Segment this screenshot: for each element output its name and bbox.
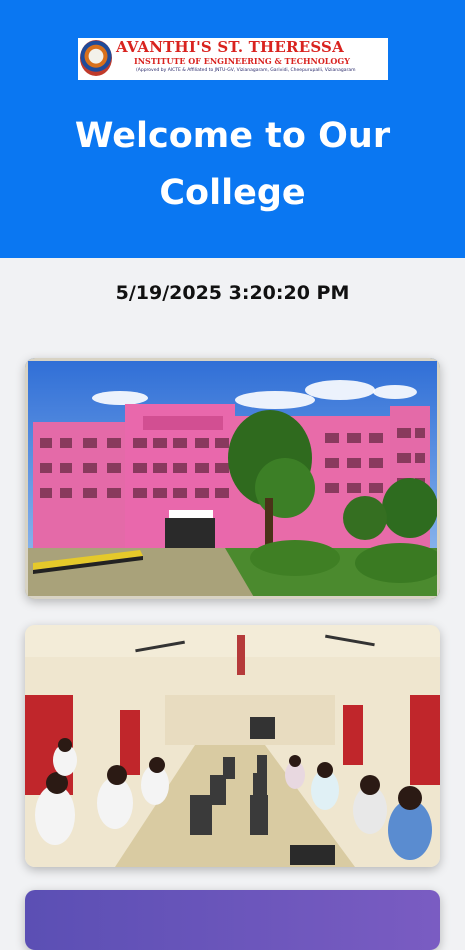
- purple-gradient-image: [25, 890, 440, 950]
- logo-title: AVANTHI'S ST. THERESSA: [116, 38, 344, 56]
- college-logo[interactable]: AVANTHI'S ST. THERESSA INSTITUTE OF ENGI…: [78, 38, 388, 80]
- college-building-photo[interactable]: [25, 358, 440, 599]
- header: AVANTHI'S ST. THERESSA INSTITUTE OF ENGI…: [0, 0, 465, 258]
- logo-subtitle: INSTITUTE OF ENGINEERING & TECHNOLOGY: [134, 56, 350, 66]
- logo-tagline: (Approved by AICTE & Affiliated to JNTU-…: [136, 68, 356, 73]
- purple-gradient-photo[interactable]: [25, 890, 440, 950]
- computer-lab-photo[interactable]: [25, 625, 440, 867]
- welcome-heading: Welcome to Our College: [74, 116, 391, 213]
- computer-lab-image: [25, 625, 440, 867]
- college-building-image: [25, 358, 440, 599]
- current-datetime: 5/19/2025 3:20:20 PM: [115, 282, 350, 304]
- college-emblem-icon: [80, 40, 112, 76]
